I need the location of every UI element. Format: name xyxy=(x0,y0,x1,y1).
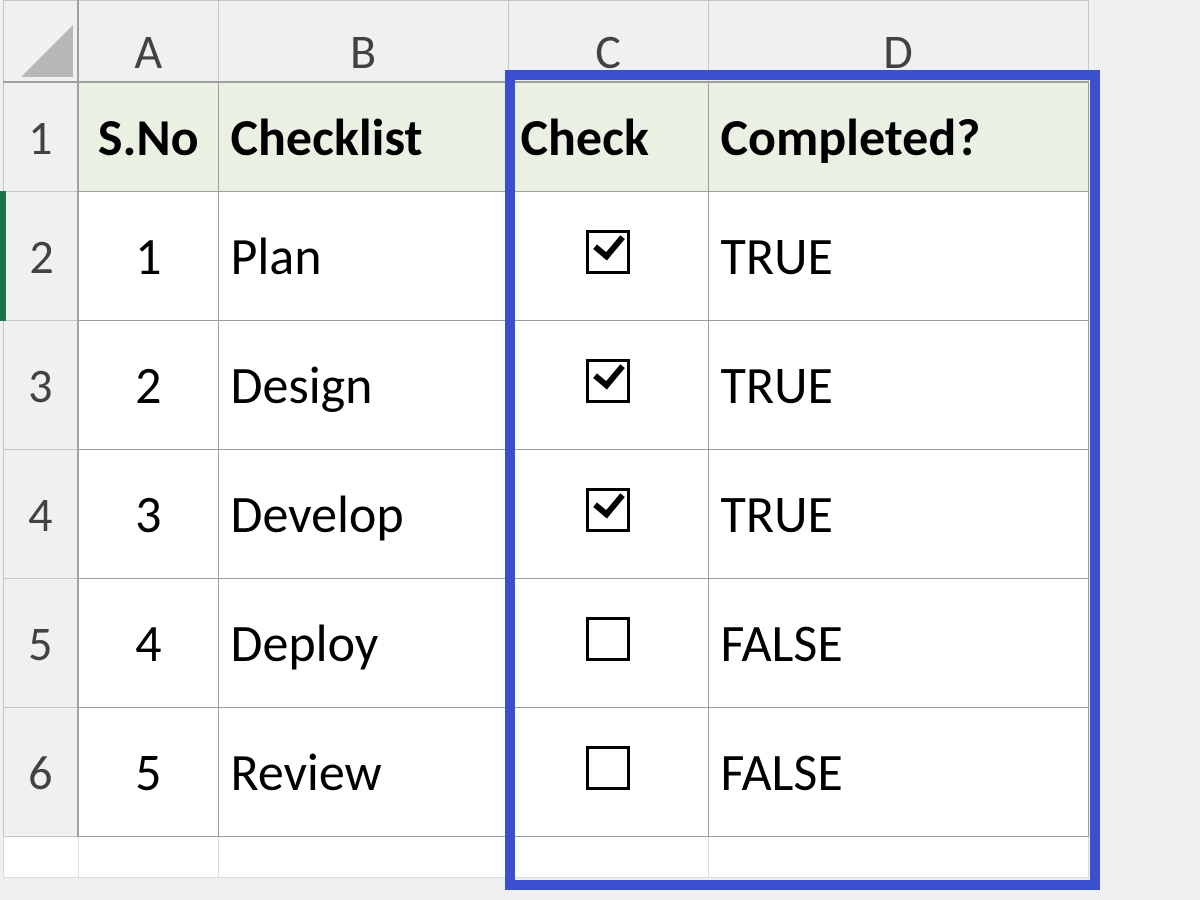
select-all-corner[interactable] xyxy=(3,1,78,83)
row-header-7[interactable] xyxy=(3,837,78,878)
cell-C5[interactable] xyxy=(508,579,708,708)
cell-A3[interactable]: 2 xyxy=(78,321,218,450)
row-header-5[interactable]: 5 xyxy=(3,579,78,708)
cell-D1[interactable]: Completed? xyxy=(708,82,1088,192)
cell-B5[interactable]: Deploy xyxy=(218,579,508,708)
cell-A7[interactable] xyxy=(78,837,218,878)
cell-C6[interactable] xyxy=(508,708,708,837)
cell-B7[interactable] xyxy=(218,837,508,878)
row-header-6[interactable]: 6 xyxy=(3,708,78,837)
cell-A6[interactable]: 5 xyxy=(78,708,218,837)
col-header-A[interactable]: A xyxy=(78,1,218,83)
row-header-4[interactable]: 4 xyxy=(3,450,78,579)
cell-C3[interactable] xyxy=(508,321,708,450)
checkbox-row-2[interactable] xyxy=(586,230,630,274)
cell-B2[interactable]: Plan xyxy=(218,192,508,321)
col-header-D[interactable]: D xyxy=(708,1,1088,83)
cell-A4[interactable]: 3 xyxy=(78,450,218,579)
cell-D4[interactable]: TRUE xyxy=(708,450,1088,579)
checkbox-row-5[interactable] xyxy=(586,617,630,661)
cell-C2[interactable] xyxy=(508,192,708,321)
cell-C1[interactable]: Check xyxy=(508,82,708,192)
cell-C7[interactable] xyxy=(508,837,708,878)
row-header-3[interactable]: 3 xyxy=(3,321,78,450)
cell-B6[interactable]: Review xyxy=(218,708,508,837)
col-header-B[interactable]: B xyxy=(218,1,508,83)
cell-B1[interactable]: Checklist xyxy=(218,82,508,192)
cell-C4[interactable] xyxy=(508,450,708,579)
row-header-2[interactable]: 2 xyxy=(3,192,78,321)
checkbox-row-4[interactable] xyxy=(586,488,630,532)
col-header-C[interactable]: C xyxy=(508,1,708,83)
row-header-1[interactable]: 1 xyxy=(3,82,78,192)
cell-A5[interactable]: 4 xyxy=(78,579,218,708)
cell-A1[interactable]: S.No xyxy=(78,82,218,192)
cell-D2[interactable]: TRUE xyxy=(708,192,1088,321)
cell-D5[interactable]: FALSE xyxy=(708,579,1088,708)
cell-D7[interactable] xyxy=(708,837,1088,878)
cell-B3[interactable]: Design xyxy=(218,321,508,450)
cell-A2[interactable]: 1 xyxy=(78,192,218,321)
cell-D6[interactable]: FALSE xyxy=(708,708,1088,837)
checkbox-row-6[interactable] xyxy=(586,746,630,790)
spreadsheet-grid: A B C D 1 S.No Checklist Check Completed… xyxy=(0,0,1089,878)
cell-D3[interactable]: TRUE xyxy=(708,321,1088,450)
cell-B4[interactable]: Develop xyxy=(218,450,508,579)
checkbox-row-3[interactable] xyxy=(586,359,630,403)
